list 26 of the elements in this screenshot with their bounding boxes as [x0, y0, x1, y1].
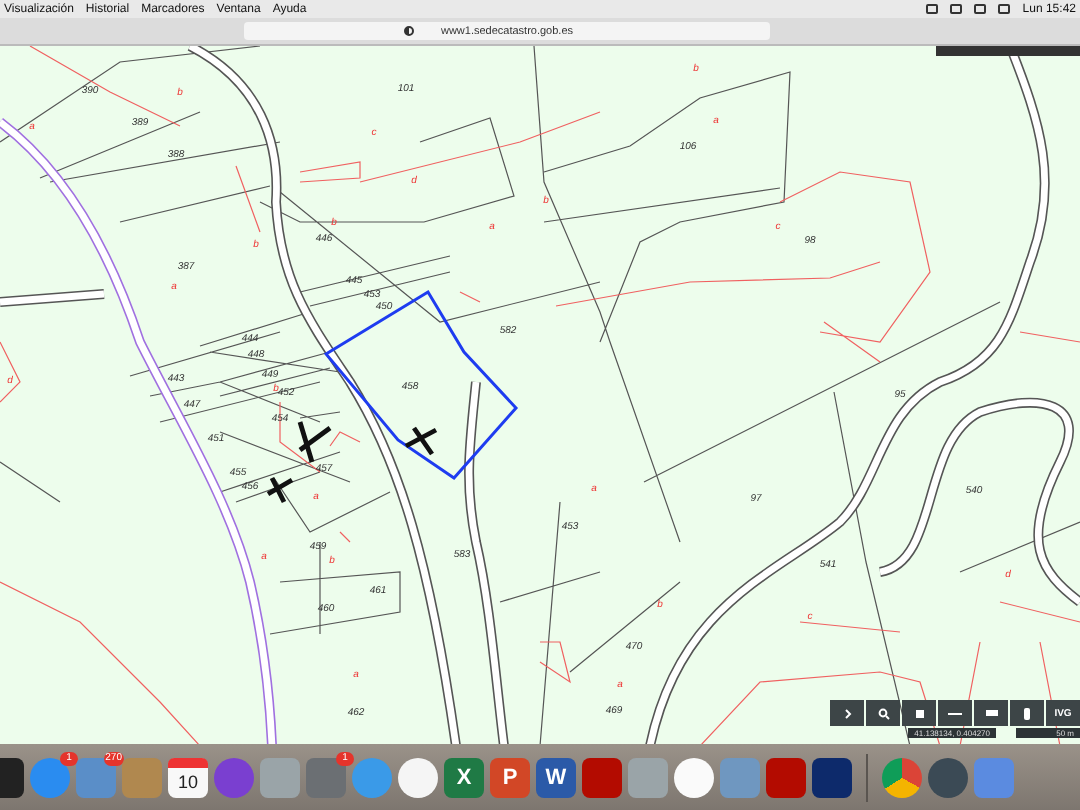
pdf-app-icon[interactable]: [582, 757, 622, 797]
layers-button[interactable]: [902, 700, 936, 726]
dock-app-icon[interactable]: W: [536, 757, 576, 797]
dock-app-icon[interactable]: [812, 757, 852, 797]
horizontal-line-icon: [948, 709, 962, 717]
search-button[interactable]: [866, 700, 900, 726]
print-button[interactable]: [974, 700, 1008, 726]
calendar-app-icon[interactable]: 10: [168, 757, 208, 797]
dock-app-icon[interactable]: [928, 757, 968, 797]
pan-button[interactable]: [1010, 700, 1044, 726]
map-title-strip: [936, 46, 1080, 56]
expand-button[interactable]: [830, 700, 864, 726]
print-icon: [985, 708, 997, 718]
dock-app-icon[interactable]: X: [444, 757, 484, 797]
cross-mark-icon: [265, 475, 295, 505]
chevron-right-icon: [841, 707, 853, 719]
pdf-app-icon[interactable]: [766, 757, 806, 797]
cross-mark-icon: [403, 425, 439, 457]
layers-icon: [913, 707, 925, 719]
cross-mark-icon: [297, 419, 333, 465]
dock-app-icon[interactable]: [882, 757, 922, 797]
search-icon: [877, 707, 889, 719]
measure-button[interactable]: [938, 700, 972, 726]
reader-icon[interactable]: [404, 26, 415, 36]
dock-app-icon[interactable]: P: [490, 757, 530, 797]
hand-icon: [1022, 707, 1032, 719]
